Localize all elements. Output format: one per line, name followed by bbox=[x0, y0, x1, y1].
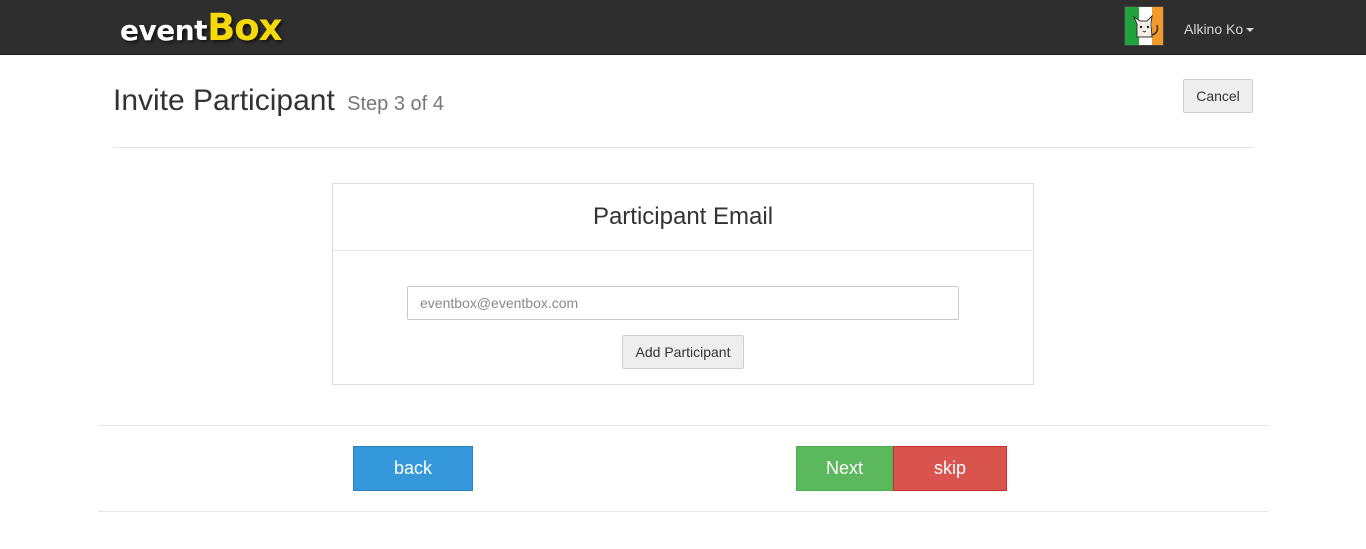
panel-title: Participant Email bbox=[333, 184, 1033, 251]
brand-logo[interactable]: event Box bbox=[120, 6, 283, 49]
page-title-text: Invite Participant bbox=[113, 84, 335, 117]
participant-email-input[interactable] bbox=[407, 286, 959, 320]
add-participant-button[interactable]: Add Participant bbox=[622, 335, 744, 369]
next-button[interactable]: Next bbox=[796, 446, 893, 491]
step-indicator: Step 3 of 4 bbox=[347, 93, 444, 115]
header-divider bbox=[113, 147, 1253, 148]
brand-logo-box: Box bbox=[207, 6, 282, 49]
footer-divider-bottom bbox=[98, 511, 1268, 512]
skip-button[interactable]: skip bbox=[893, 446, 1007, 491]
cat-avatar-icon bbox=[1125, 7, 1163, 45]
caret-down-icon bbox=[1246, 28, 1255, 32]
user-name: Alkino Ko bbox=[1184, 21, 1244, 37]
footer-divider-top bbox=[98, 425, 1268, 426]
brand-logo-event: event bbox=[120, 14, 208, 47]
user-menu-dropdown[interactable]: Alkino Ko bbox=[1184, 19, 1255, 39]
back-button[interactable]: back bbox=[353, 446, 473, 491]
top-navbar: event Box Alkino Ko bbox=[0, 0, 1366, 55]
avatar[interactable] bbox=[1124, 6, 1164, 46]
participant-email-panel: Participant Email Add Participant bbox=[332, 183, 1034, 385]
page-title: Invite Participant Step 3 of 4 bbox=[113, 84, 444, 118]
cancel-button[interactable]: Cancel bbox=[1183, 79, 1253, 113]
